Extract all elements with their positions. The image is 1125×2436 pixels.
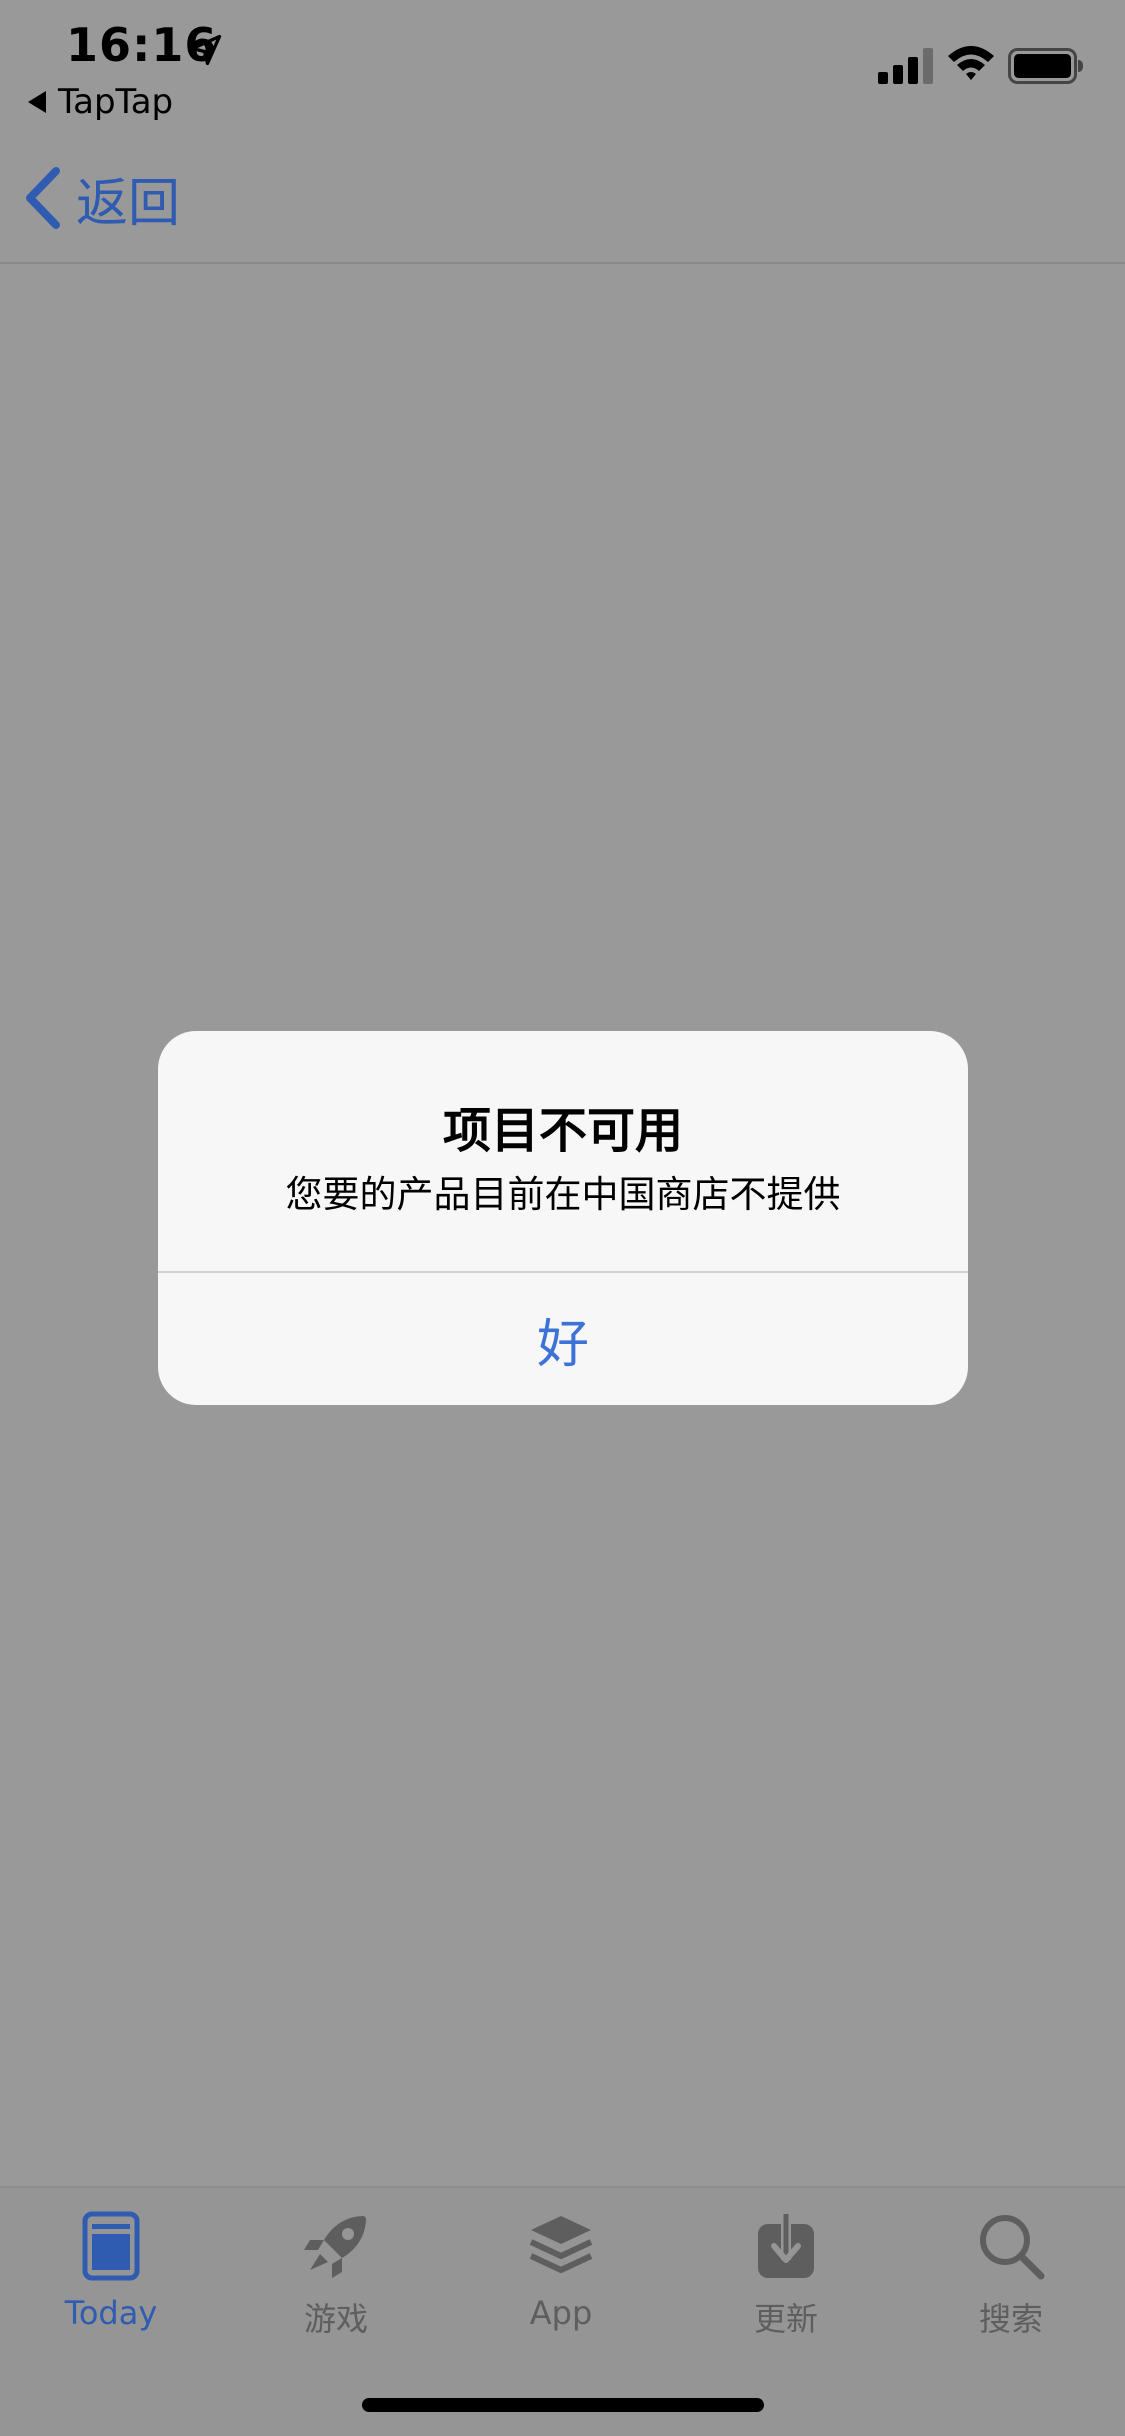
layers-icon <box>529 2216 593 2273</box>
tab-games-label: 游戏 <box>303 2300 368 2338</box>
download-icon <box>758 2212 814 2278</box>
back-to-app-label: TapTap <box>58 82 174 122</box>
tab-today[interactable]: Today <box>31 2210 191 2340</box>
home-indicator[interactable] <box>362 2398 764 2412</box>
battery-icon <box>1008 48 1083 84</box>
tab-search[interactable]: 搜索 <box>931 2210 1091 2340</box>
tab-today-label: Today <box>64 2294 158 2332</box>
back-triangle-icon <box>28 91 46 113</box>
chevron-left-icon <box>26 167 60 229</box>
alert-message: 您要的产品目前在中国商店不提供 <box>285 1173 841 1216</box>
tab-apps[interactable]: App <box>481 2210 641 2340</box>
nav-back-label: 返回 <box>76 173 181 234</box>
wifi-icon <box>948 46 994 80</box>
cellular-signal-icon <box>878 48 933 84</box>
alert-ok-button[interactable]: 好 <box>158 1273 968 1405</box>
tab-updates[interactable]: 更新 <box>706 2210 866 2340</box>
status-bar: 16:16 TapTap <box>0 0 1125 132</box>
tab-updates-label: 更新 <box>753 2300 818 2338</box>
tab-search-label: 搜索 <box>978 2300 1043 2338</box>
alert-title: 项目不可用 <box>442 1103 683 1159</box>
alert-dialog: 项目不可用 您要的产品目前在中国商店不提供 好 <box>158 1031 968 1405</box>
tab-games[interactable]: 游戏 <box>256 2210 416 2340</box>
rocket-icon <box>304 2216 366 2278</box>
today-icon <box>82 2211 140 2281</box>
navigation-bar: 返回 <box>0 132 1125 264</box>
tab-apps-label: App <box>529 2294 593 2332</box>
back-to-app-button[interactable]: TapTap <box>28 80 173 124</box>
tab-bar: Today 游戏 App 更新 搜索 <box>0 2186 1125 2436</box>
location-arrow-icon <box>190 34 222 66</box>
search-icon <box>980 2215 1045 2280</box>
nav-back-button[interactable]: 返回 <box>22 160 180 236</box>
